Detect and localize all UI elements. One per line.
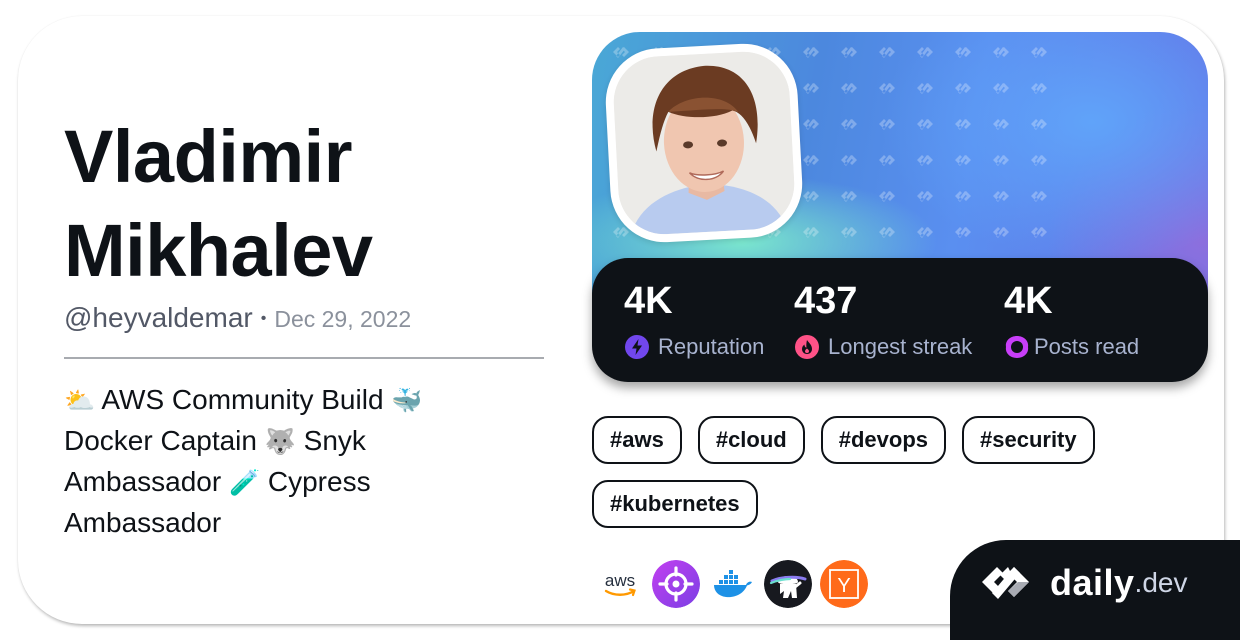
pattern-glyph [803,119,819,130]
pattern-glyph [1031,83,1047,94]
test-tube-icon: 🧪 [228,468,261,497]
wolf-icon: 🐺 [264,427,296,456]
pattern-glyph [841,119,857,130]
brand-badge: daily .dev [950,540,1240,640]
pattern-glyph [993,83,1009,94]
stat-value: 4K [624,280,673,322]
pattern-glyph [879,83,895,94]
astronaut-logo-icon [764,560,812,608]
brand-tld: .dev [1134,567,1188,598]
docker-logo-icon [714,570,752,598]
pattern-glyph [613,47,629,58]
profile-bio: ⛅ AWS Community Build 🐳 Docker Captain 🐺… [64,380,484,543]
whale-icon: 🐳 [391,386,423,415]
pattern-glyph [803,227,819,238]
pattern-glyph [1031,191,1047,202]
pattern-glyph [993,155,1009,166]
pattern-glyph [955,191,971,202]
pattern-glyph [1031,119,1047,130]
ycombinator-logo-icon: Y [820,560,868,608]
pattern-glyph [955,83,971,94]
stack-item-crosshair[interactable] [652,560,700,608]
pattern-glyph [879,191,895,202]
tag-kubernetes[interactable]: #kubernetes [592,480,758,528]
stat-label: Reputation [658,334,765,359]
bio-text: Docker Captain [64,425,265,456]
pattern-glyph [803,47,819,58]
tags-list: #aws #cloud #devops #security #kubernete… [592,416,1152,528]
pattern-glyph [955,227,971,238]
pattern-glyph [917,155,933,166]
pattern-glyph [955,119,971,130]
avatar-frame [603,41,805,245]
stat-reputation: 4K Reputation [624,280,764,360]
lightning-icon [625,335,649,359]
pattern-glyph [917,191,933,202]
pattern-glyph [917,83,933,94]
pattern-glyph [803,83,819,94]
pattern-glyph [955,155,971,166]
stat-label: Longest streak [828,334,973,359]
pattern-glyph [613,227,629,238]
stack-item-astronaut[interactable] [764,560,812,608]
pattern-glyph [917,47,933,58]
separator-dot: • [260,310,267,327]
stack-list: aws Y [596,560,868,608]
pattern-glyph [841,83,857,94]
crosshair-logo-icon [652,560,700,608]
pattern-glyph [841,155,857,166]
pattern-glyph [993,227,1009,238]
pattern-glyph [1031,47,1047,58]
pattern-glyph [841,227,857,238]
flame-icon [795,335,819,359]
svg-text:Y: Y [837,575,850,597]
pattern-glyph [879,119,895,130]
daily-dev-logo-icon [982,567,1029,599]
stack-item-aws[interactable]: aws [596,560,644,608]
pattern-glyph [879,155,895,166]
aws-logo-icon: aws [604,571,636,597]
tag-devops[interactable]: #devops [820,416,946,464]
handle-row: @heyvaldemar • Dec 29, 2022 [64,302,411,336]
pattern-glyph [955,47,971,58]
pattern-glyph [1031,227,1047,238]
profile-name: Vladimir Mikhalev [64,115,373,292]
pattern-glyph [879,227,895,238]
stat-value: 4K [1004,280,1053,322]
stat-posts-read: 4K Posts read [1004,280,1139,360]
avatar-photo [611,49,797,237]
svg-text:aws: aws [605,571,635,590]
pattern-glyph [993,191,1009,202]
pattern-glyph [993,119,1009,130]
pattern-glyph [993,47,1009,58]
ring-icon [1005,336,1029,358]
tag-aws[interactable]: #aws [592,416,682,464]
stat-value: 437 [794,280,858,322]
profile-handle[interactable]: @heyvaldemar [64,302,253,334]
pattern-glyph [841,191,857,202]
pattern-glyph [917,119,933,130]
tag-security[interactable]: #security [962,416,1095,464]
pattern-glyph [1031,155,1047,166]
divider [64,357,544,359]
pattern-glyph [803,155,819,166]
brand-name: daily [1050,562,1135,603]
pattern-glyph [917,227,933,238]
stack-item-ycombinator[interactable]: Y [820,560,868,608]
joined-date: Dec 29, 2022 [274,306,412,332]
stats-panel: 4K Reputation 437 Longest streak 4K Post… [592,258,1208,382]
stat-longest-streak: 437 Longest streak [794,280,972,360]
pattern-glyph [803,191,819,202]
avatar[interactable] [611,49,797,237]
stack-item-docker[interactable] [708,560,756,608]
bio-text: AWS Community Build [95,384,392,415]
pattern-glyph [879,47,895,58]
stat-label: Posts read [1034,334,1140,359]
pattern-glyph [841,47,857,58]
sun-behind-cloud-icon: ⛅ [64,386,96,415]
tag-cloud[interactable]: #cloud [697,416,805,464]
